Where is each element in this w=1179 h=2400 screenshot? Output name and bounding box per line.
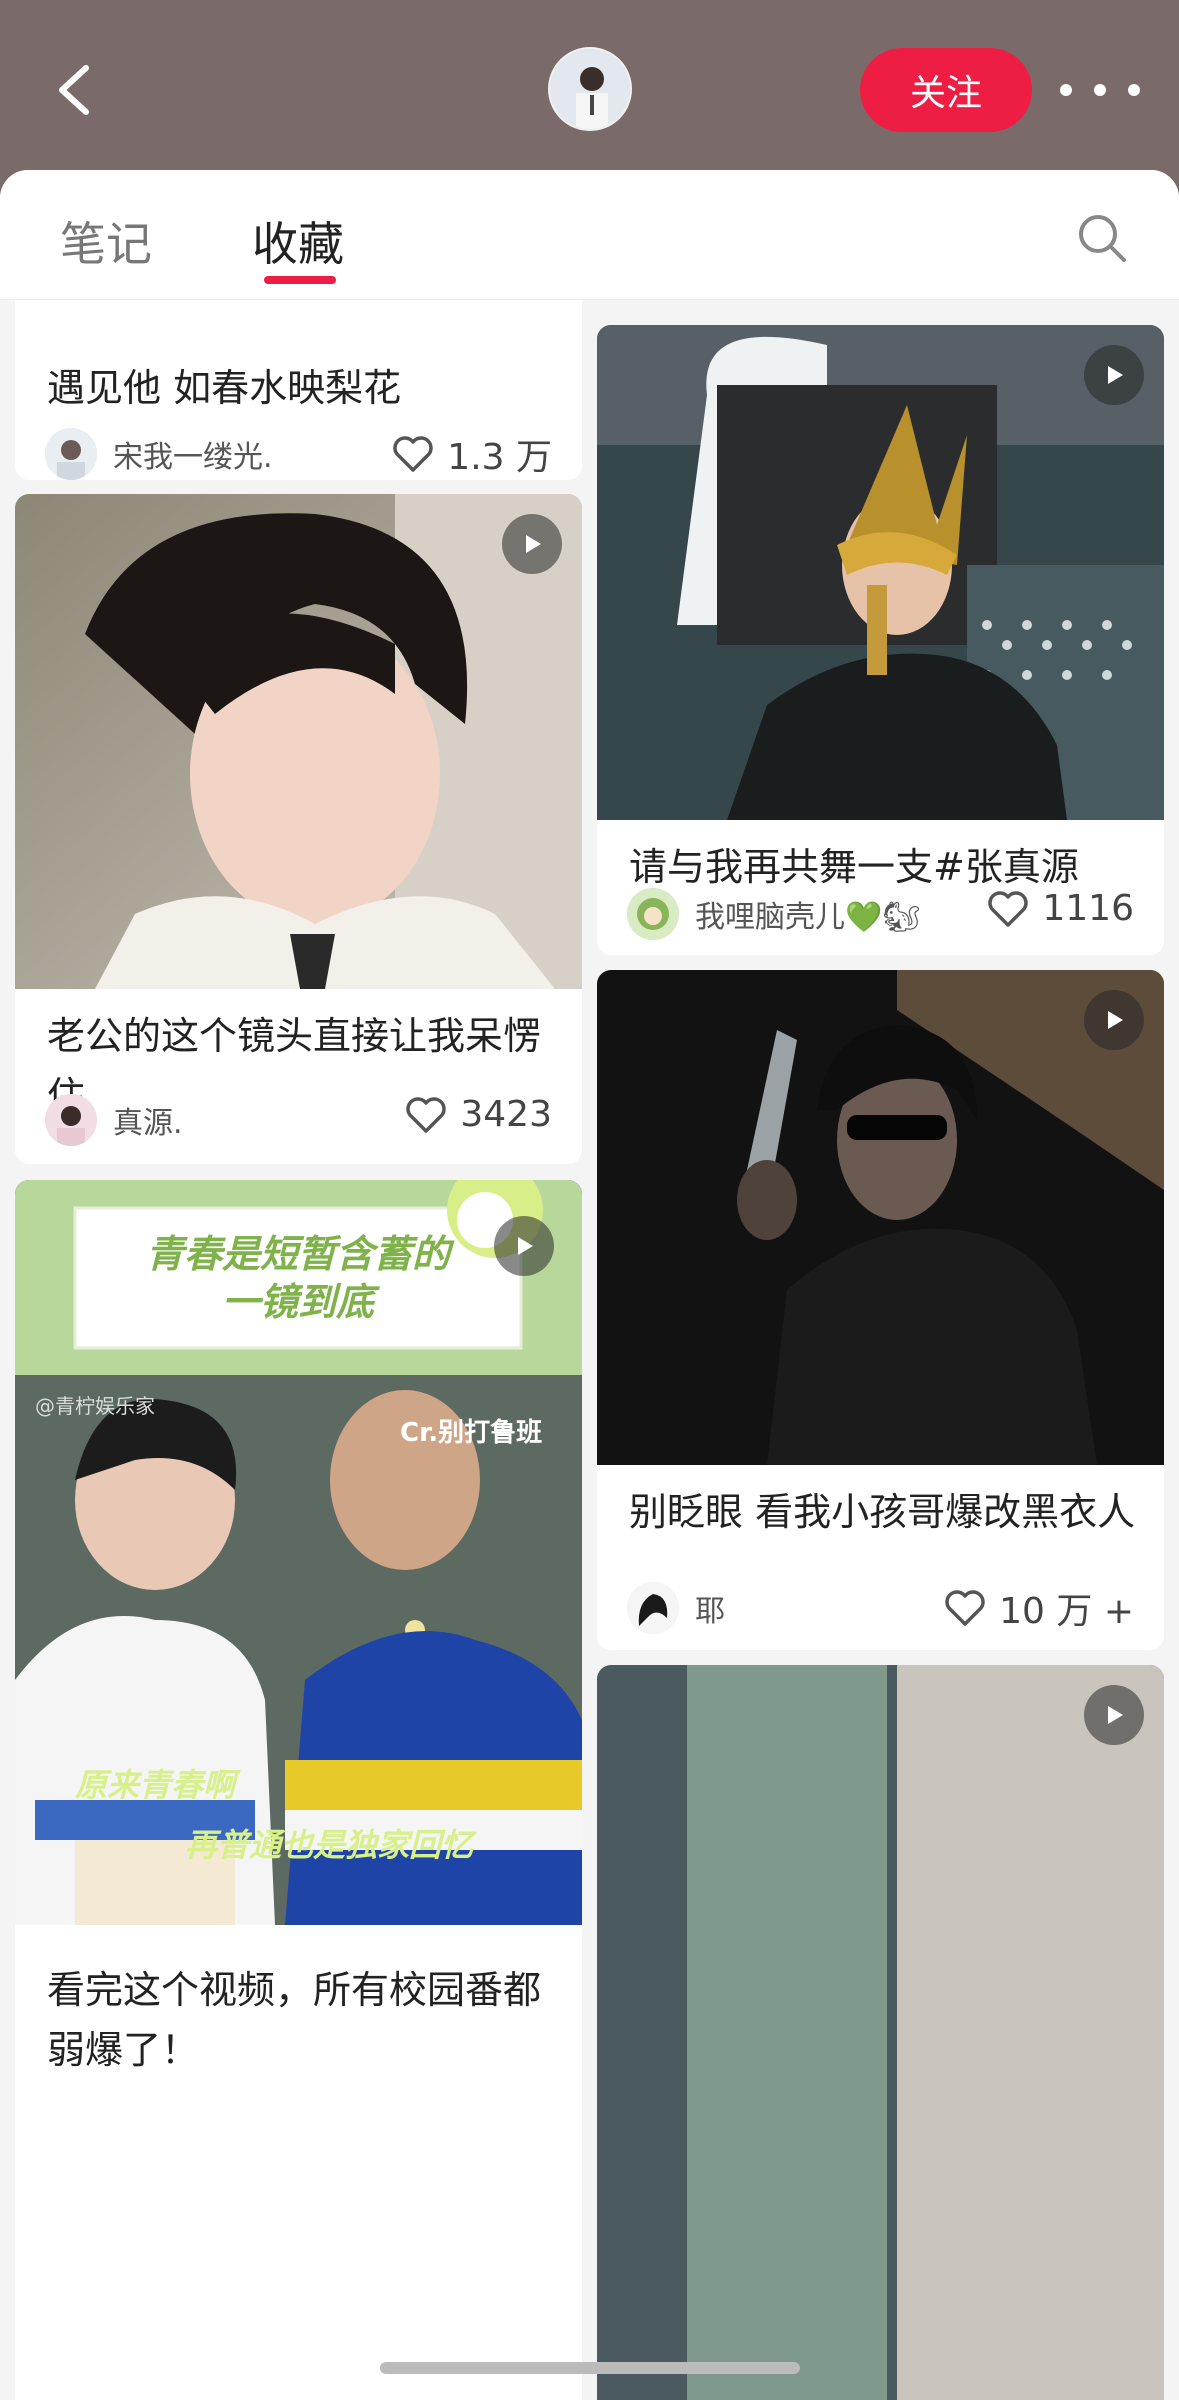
note-card[interactable]: 青春是短暂含蓄的 一镜到底 @青柠娱乐家 Cr.别打鲁班 原来青春啊 再普通也是…: [15, 1180, 582, 2400]
video-play-icon: [502, 514, 562, 574]
more-dots-icon[interactable]: [1060, 70, 1140, 110]
heart-icon: [393, 436, 433, 472]
note-title: 遇见他 如春水映梨花: [47, 366, 402, 410]
chevron-left-icon[interactable]: [48, 60, 108, 120]
video-play-icon: [1084, 1685, 1144, 1745]
note-card[interactable]: [597, 1665, 1164, 2400]
note-card[interactable]: 老公的这个镜头直接让我呆愣住 真源. 3423: [15, 494, 582, 1164]
author-name: 我哩脑壳儿💚🐿: [695, 900, 921, 935]
video-play-icon: [1084, 990, 1144, 1050]
author-name: 真源.: [113, 1106, 183, 1141]
content-sheet: 笔记 收藏 遇见他 如春水映梨花 宋我一缕光. 1.3 万 老公的这个镜头直接让…: [0, 170, 1179, 2400]
tab-notes[interactable]: 笔记: [60, 208, 152, 274]
note-title: 看完这个视频，所有校园番都弱爆了！: [47, 1968, 542, 2072]
author-avatar: [45, 1094, 97, 1146]
author-name: 耶: [695, 1594, 725, 1629]
image-caption: 再普通也是独家回忆: [185, 1826, 474, 1864]
like-count[interactable]: 10 万 +: [943, 1582, 1134, 1634]
note-cover-image: [597, 970, 1164, 1465]
note-card[interactable]: 别眨眼 看我小孩哥爆改黑衣人 耶 10 万 +: [597, 970, 1164, 1650]
like-count[interactable]: 1.3 万: [391, 428, 552, 480]
note-title: 别眨眼 看我小孩哥爆改黑衣人: [629, 1490, 1136, 1534]
like-count[interactable]: 3423: [404, 1094, 552, 1135]
home-indicator: [380, 2362, 800, 2374]
author-avatar: [45, 428, 97, 480]
note-cover-image: [597, 325, 1164, 820]
author-avatar: [627, 1582, 679, 1634]
author-avatar: [627, 888, 679, 940]
image-watermark: @青柠娱乐家: [35, 1394, 155, 1418]
image-credit: Cr.别打鲁班: [400, 1418, 543, 1448]
note-author[interactable]: 我哩脑壳儿💚🐿: [627, 888, 920, 940]
note-card[interactable]: 请与我再共舞一支#张真源 我哩脑壳儿💚🐿 1116: [597, 325, 1164, 955]
tab-bar: 笔记 收藏: [0, 170, 1179, 300]
tab-favorites[interactable]: 收藏: [252, 208, 344, 274]
heart-icon: [406, 1096, 447, 1133]
video-play-icon: [494, 1216, 554, 1276]
image-banner-text: 青春是短暂含蓄的 一镜到底: [145, 1232, 450, 1324]
like-count-label: 1.3 万: [447, 437, 552, 478]
note-cover-image: [15, 494, 582, 989]
note-author[interactable]: 耶: [627, 1582, 725, 1634]
heart-icon: [988, 890, 1029, 927]
note-cover-image: [597, 1665, 1164, 2400]
heart-icon: [945, 1590, 985, 1626]
like-count-label: 3423: [460, 1094, 552, 1135]
search-icon[interactable]: [1074, 210, 1130, 266]
note-author[interactable]: 真源.: [45, 1094, 183, 1146]
avatar[interactable]: [548, 47, 632, 131]
like-count[interactable]: 1116: [986, 888, 1134, 929]
image-caption: 原来青春啊: [75, 1766, 236, 1804]
author-name: 宋我一缕光.: [113, 440, 273, 475]
video-play-icon: [1084, 345, 1144, 405]
note-author[interactable]: 宋我一缕光.: [45, 428, 273, 480]
like-count-label: 10 万 +: [999, 1591, 1134, 1632]
like-count-label: 1116: [1042, 888, 1134, 929]
active-tab-indicator: [264, 276, 336, 284]
note-cover-image: 青春是短暂含蓄的 一镜到底 @青柠娱乐家 Cr.别打鲁班 原来青春啊 再普通也是…: [15, 1180, 582, 1925]
follow-button[interactable]: 关注: [860, 48, 1032, 132]
